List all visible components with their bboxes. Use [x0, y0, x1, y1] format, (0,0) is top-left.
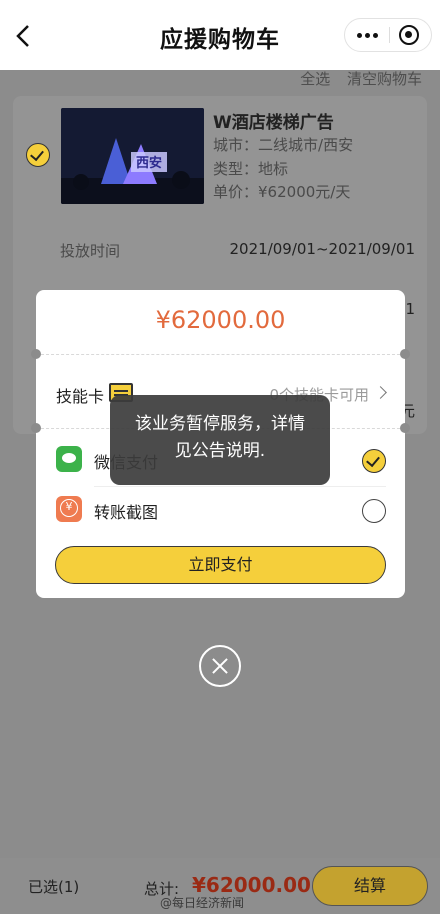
period-label: 投放时间 — [60, 242, 121, 260]
type-label: 类型： — [213, 160, 259, 178]
select-all-link[interactable]: 全选 — [300, 70, 330, 88]
price-value: ¥62000元/天 — [258, 183, 351, 201]
price-label: 单价： — [213, 183, 259, 201]
quantity-value: 1 — [405, 300, 415, 318]
checkout-button[interactable]: 结算 — [312, 866, 428, 906]
payment-amount: ¥62000.00 — [155, 306, 286, 334]
period-value[interactable]: 2021/09/01~2021/09/01 — [230, 240, 415, 258]
more-icon[interactable] — [345, 19, 389, 51]
divider — [36, 354, 405, 355]
toast-message: 该业务暂停服务，详情见公告说明. — [110, 395, 330, 485]
divider — [94, 486, 386, 487]
ticket-notch — [31, 423, 41, 433]
transfer-label: 转账截图 — [94, 503, 159, 522]
close-modal-icon[interactable] — [199, 645, 241, 687]
item-checkbox[interactable] — [26, 143, 50, 167]
selected-count: 已选(1) — [28, 878, 80, 896]
product-city: 城市：二线城市/西安 — [213, 134, 353, 155]
transfer-radio[interactable] — [362, 499, 386, 523]
clear-cart-link[interactable]: 清空购物车 — [347, 70, 422, 88]
skill-card-label: 技能卡 — [56, 387, 105, 406]
product-name: W酒店楼梯广告 — [213, 113, 334, 133]
transfer-icon — [56, 496, 82, 522]
city-value: 二线城市/西安 — [258, 136, 354, 154]
watermark: @每日经济新闻 — [160, 896, 245, 910]
transfer-option[interactable]: 转账截图 — [56, 491, 386, 531]
pay-now-button[interactable]: 立即支付 — [55, 546, 386, 584]
nav-header: 应援购物车 — [0, 0, 440, 70]
thumb-text: 西安 — [136, 155, 162, 171]
wechat-icon — [56, 446, 82, 472]
product-price: 单价：¥62000元/天 — [213, 181, 350, 202]
chevron-right-icon[interactable] — [374, 386, 387, 399]
product-type: 类型：地标 — [213, 158, 288, 179]
cart-actions: 全选 清空购物车 — [288, 68, 422, 89]
product-thumbnail: 西安 — [61, 108, 204, 204]
close-program-icon[interactable] — [399, 25, 419, 45]
ticket-notch — [400, 423, 410, 433]
mini-program-capsule — [344, 18, 432, 52]
capsule-divider — [389, 27, 390, 43]
wechat-pay-radio-checked[interactable] — [362, 449, 386, 473]
ticket-notch — [400, 349, 410, 359]
type-value: 地标 — [258, 160, 289, 178]
ticket-notch — [31, 349, 41, 359]
city-label: 城市： — [213, 136, 259, 154]
